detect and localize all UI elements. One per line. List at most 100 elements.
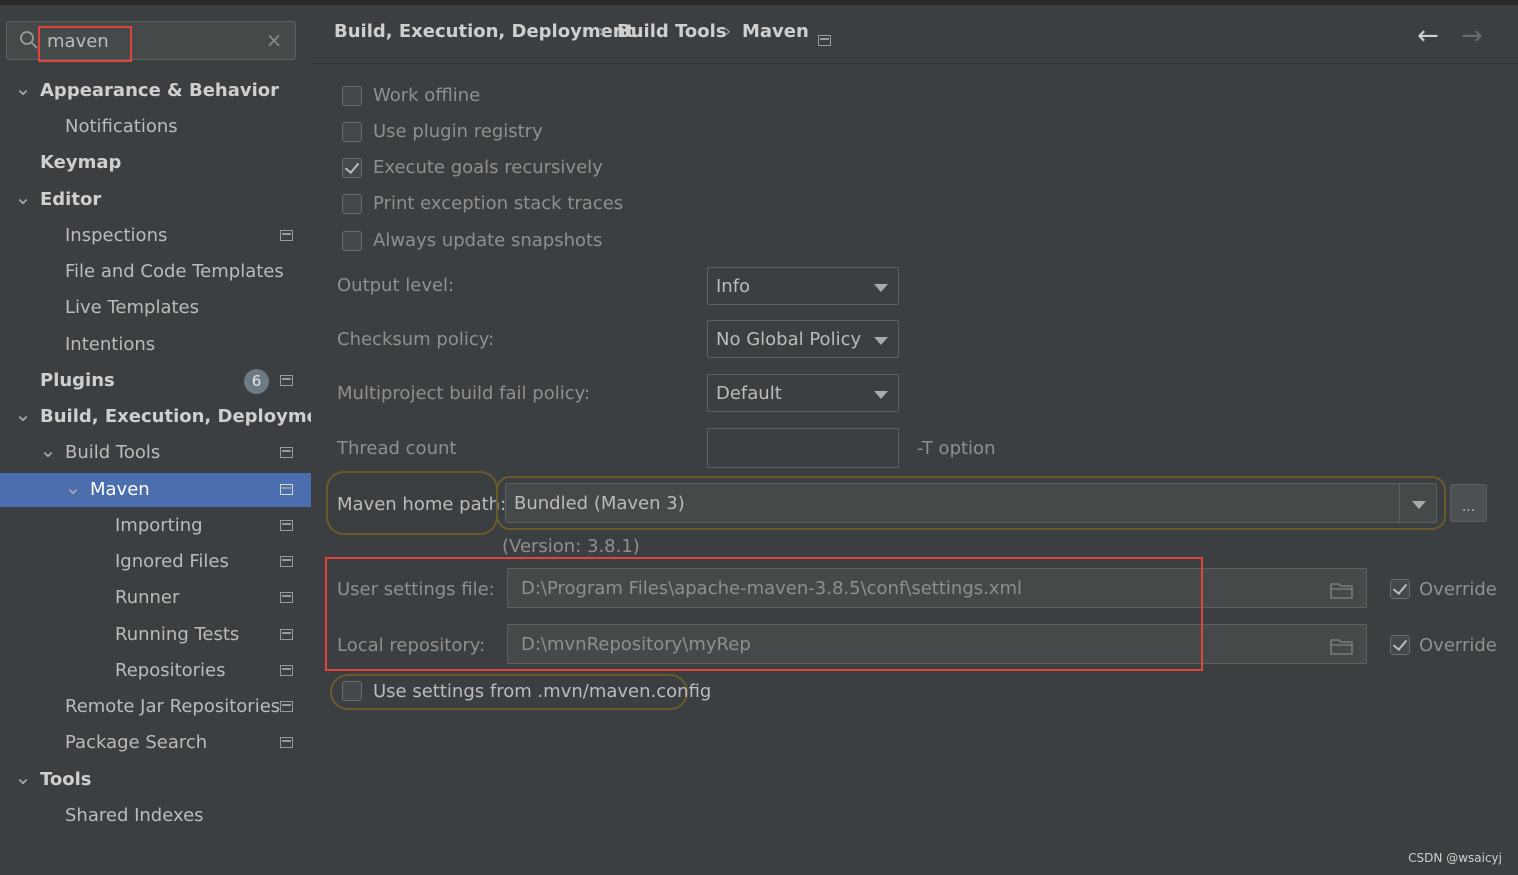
watermark: CSDN @wsaicyj	[1408, 851, 1502, 865]
project-level-icon	[818, 35, 831, 46]
sidebar-item-repositories[interactable]: Repositories	[0, 654, 311, 688]
thread-count-input[interactable]	[707, 428, 899, 468]
sidebar-item-appearance-behavior[interactable]: ⌄ Appearance & Behavior	[0, 74, 311, 108]
maven-version-label: (Version: 3.8.1)	[502, 536, 640, 557]
always-update-snapshots-checkbox[interactable]	[342, 231, 362, 251]
override-user-settings-checkbox[interactable]	[1390, 579, 1410, 599]
sidebar-item-importing[interactable]: Importing	[0, 509, 311, 543]
checksum-policy-dropdown[interactable]: No Global Policy	[707, 320, 899, 358]
search-highlight-box	[38, 26, 132, 62]
project-level-icon	[280, 375, 293, 386]
sidebar-item-inspections[interactable]: Inspections	[0, 219, 311, 253]
sidebar-item-package-search[interactable]: Package Search	[0, 726, 311, 760]
use-plugin-registry-checkbox[interactable]	[342, 122, 362, 142]
checksum-policy-value: No Global Policy	[716, 329, 862, 350]
sidebar-item-label: Build, Execution, Deployment	[40, 406, 341, 427]
thread-count-label: Thread count	[337, 438, 457, 459]
sidebar-item-notifications[interactable]: Notifications	[0, 110, 311, 144]
sidebar-item-tools[interactable]: ⌄ Tools	[0, 763, 311, 797]
project-level-icon	[280, 629, 293, 640]
sidebar-item-label: Inspections	[65, 225, 168, 246]
use-mvn-config-label: Use settings from .mvn/maven.config	[373, 681, 712, 702]
override-user-settings-label: Override	[1419, 579, 1497, 600]
sidebar-item-label: File and Code Templates	[65, 261, 284, 282]
sidebar-item-label: Package Search	[65, 732, 208, 753]
print-exception-stack-traces-label: Print exception stack traces	[373, 193, 624, 214]
project-level-icon	[280, 484, 293, 495]
use-plugin-registry-label: Use plugin registry	[373, 121, 543, 142]
maven-home-path-value: Bundled (Maven 3)	[514, 493, 685, 514]
breadcrumb-maven: Maven	[742, 21, 809, 42]
breadcrumb-separator: ›	[724, 21, 732, 42]
sidebar-item-label: Remote Jar Repositories	[65, 696, 281, 717]
sidebar-item-plugins[interactable]: Plugins 6	[0, 364, 311, 398]
breadcrumb-build-execution-deployment[interactable]: Build, Execution, Deployment	[334, 21, 634, 42]
sidebar-item-build-execution-deployment[interactable]: ⌄ Build, Execution, Deployment	[0, 400, 341, 434]
settings-highlight-box	[325, 557, 1203, 671]
override-local-repository-checkbox[interactable]	[1390, 635, 1410, 655]
sidebar-item-label: Shared Indexes	[65, 805, 204, 826]
override-local-repository-label: Override	[1419, 635, 1497, 656]
sidebar-item-shared-indexes[interactable]: Shared Indexes	[0, 799, 311, 833]
sidebar-item-ignored-files[interactable]: Ignored Files	[0, 545, 311, 579]
multiproject-fail-policy-dropdown[interactable]: Default	[707, 374, 899, 412]
chevron-down-icon[interactable]: ⌄	[13, 400, 33, 428]
chevron-down-icon	[1412, 501, 1426, 509]
execute-goals-recursively-checkbox[interactable]	[342, 158, 362, 178]
sidebar-item-label: Editor	[40, 189, 102, 210]
sidebar-item-intentions[interactable]: Intentions	[0, 328, 311, 362]
forward-arrow-icon[interactable]: →	[1461, 23, 1483, 49]
chevron-down-icon[interactable]: ⌄	[13, 183, 33, 211]
output-level-label: Output level:	[337, 275, 455, 296]
sidebar-item-editor[interactable]: ⌄ Editor	[0, 183, 311, 217]
sidebar-item-label: Maven	[90, 479, 150, 500]
plugins-update-badge: 6	[244, 369, 269, 394]
project-level-icon	[280, 737, 293, 748]
sidebar-item-live-templates[interactable]: Live Templates	[0, 291, 311, 325]
back-arrow-icon[interactable]: ←	[1417, 23, 1439, 49]
sidebar-item-label: Repositories	[115, 660, 226, 681]
chevron-down-icon[interactable]: ⌄	[38, 436, 58, 464]
folder-icon[interactable]	[1330, 581, 1354, 599]
browse-maven-home-button[interactable]: ...	[1450, 484, 1487, 522]
chevron-down-icon	[874, 284, 888, 292]
checksum-policy-label: Checksum policy:	[337, 329, 495, 350]
search-icon	[20, 31, 38, 49]
sidebar-item-label: Keymap	[40, 152, 122, 173]
sidebar-item-keymap[interactable]: Keymap	[0, 146, 311, 180]
folder-icon[interactable]	[1330, 637, 1354, 655]
chevron-down-icon[interactable]: ⌄	[63, 473, 83, 501]
use-mvn-config-checkbox[interactable]	[342, 681, 362, 701]
chevron-down-icon[interactable]: ⌄	[13, 763, 33, 791]
project-level-icon	[280, 520, 293, 531]
sidebar-item-maven[interactable]: ⌄ Maven	[0, 473, 311, 507]
chevron-down-icon[interactable]: ⌄	[13, 74, 33, 102]
output-level-dropdown[interactable]: Info	[707, 267, 899, 305]
sidebar-item-label: Appearance & Behavior	[40, 80, 280, 101]
output-level-value: Info	[716, 276, 751, 297]
project-level-icon	[280, 556, 293, 567]
print-exception-stack-traces-checkbox[interactable]	[342, 194, 362, 214]
sidebar-item-label: Intentions	[65, 334, 156, 355]
clear-search-icon[interactable]: ×	[263, 28, 285, 52]
sidebar-item-build-tools[interactable]: ⌄ Build Tools	[0, 436, 311, 470]
work-offline-checkbox[interactable]	[342, 86, 362, 106]
breadcrumb-build-tools[interactable]: Build Tools	[617, 21, 727, 42]
sidebar-item-running-tests[interactable]: Running Tests	[0, 618, 311, 652]
sidebar-item-label: Plugins	[40, 370, 115, 391]
t-option-label: -T option	[917, 438, 996, 459]
maven-home-path-dropdown[interactable]: Bundled (Maven 3)	[505, 483, 1437, 523]
project-level-icon	[280, 592, 293, 603]
sidebar-item-label: Tools	[40, 769, 92, 790]
breadcrumb-separator: ›	[598, 21, 606, 42]
maven-settings-form: Work offline Use plugin registry Execute…	[311, 64, 1518, 875]
sidebar-item-runner[interactable]: Runner	[0, 581, 311, 615]
sidebar-item-remote-jar-repositories[interactable]: Remote Jar Repositories	[0, 690, 311, 724]
dropdown-divider	[1399, 484, 1400, 522]
chevron-down-icon	[874, 391, 888, 399]
sidebar-item-file-and-code-templates[interactable]: File and Code Templates	[0, 255, 311, 289]
always-update-snapshots-label: Always update snapshots	[373, 230, 603, 251]
project-level-icon	[280, 665, 293, 676]
work-offline-label: Work offline	[373, 85, 481, 106]
maven-home-path-label: Maven home path:	[337, 494, 507, 515]
